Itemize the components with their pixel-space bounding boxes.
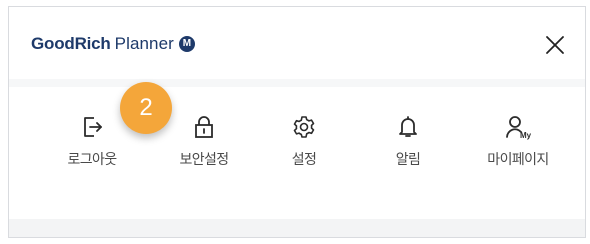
menu-item-my-page[interactable]: My 마이페이지 [463, 113, 573, 183]
header-divider [9, 79, 585, 87]
menu-item-settings[interactable]: 설정 [249, 113, 359, 183]
brand-logo: GoodRich Planner M [31, 32, 195, 56]
logo-light-text: Planner [114, 34, 174, 53]
menu-label-notifications: 알림 [395, 152, 421, 168]
menu-label-logout: 로그아웃 [67, 152, 117, 168]
panel-header: GoodRich Planner M [9, 7, 585, 79]
bottom-band [9, 219, 585, 237]
menu-label-settings: 설정 [291, 152, 317, 168]
my-page-icon: My [506, 116, 532, 140]
menu-label-security: 보안설정 [179, 152, 229, 168]
logout-icon [84, 117, 102, 137]
close-icon [546, 36, 564, 54]
menu-item-notifications[interactable]: 알림 [353, 113, 463, 183]
my-page-icon-text: My [520, 131, 532, 140]
menu-label-my-page: 마이페이지 [487, 152, 549, 168]
menu-panel: GoodRich Planner M 로그아웃 보안설정 설정 알림 My 마이… [8, 6, 586, 238]
bell-icon [399, 116, 417, 137]
gear-icon [293, 116, 315, 138]
quick-menu: 로그아웃 보안설정 설정 알림 My 마이페이지 [9, 87, 585, 219]
close-button[interactable] [541, 31, 569, 59]
lock-icon [195, 116, 213, 138]
logo-bold-text: GoodRich [31, 34, 111, 53]
step-number-badge: 2 [120, 82, 172, 134]
logo-badge: M [178, 36, 195, 52]
